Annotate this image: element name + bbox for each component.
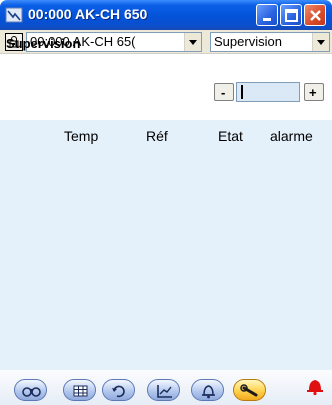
view-select-value: Supervision (214, 34, 282, 49)
close-icon (310, 10, 321, 21)
graph-button[interactable] (147, 379, 180, 401)
refresh-button[interactable] (102, 379, 135, 401)
svg-text:+: + (309, 85, 317, 100)
view-select[interactable]: Supervision (210, 32, 330, 52)
binoculars-icon (22, 387, 41, 397)
grid-icon (73, 385, 88, 397)
spinner-field[interactable] (236, 82, 300, 102)
alarm-button[interactable] (191, 379, 224, 401)
chevron-down-icon[interactable] (184, 33, 201, 51)
column-header-etat[interactable]: Etat (218, 128, 243, 144)
column-header-temp[interactable]: Temp (64, 128, 98, 144)
minus-icon: - (221, 85, 225, 100)
settings-button[interactable] (233, 379, 266, 401)
minimize-button[interactable] (256, 4, 278, 26)
maximize-button[interactable] (280, 4, 302, 26)
plus-icon: + (309, 85, 317, 100)
chevron-down-icon[interactable] (312, 33, 329, 51)
red-bell-icon[interactable] (305, 376, 325, 396)
maximize-icon (285, 9, 298, 22)
close-button[interactable] (304, 4, 326, 26)
refresh-icon (112, 385, 125, 398)
svg-text:-: - (221, 85, 225, 100)
spinner-next-button[interactable]: + (304, 83, 324, 101)
column-header-ref[interactable]: Réf (146, 128, 168, 144)
minimize-icon (263, 18, 271, 21)
grid-button[interactable] (63, 379, 96, 401)
wrench-icon (240, 384, 258, 397)
graph-icon (157, 385, 172, 398)
text-caret (241, 85, 243, 99)
window-title-bar[interactable]: 00:000 AK-CH 650 (0, 0, 332, 30)
supervision-table (0, 120, 332, 370)
app-icon (5, 7, 23, 23)
spinner-prev-button[interactable]: - (214, 83, 234, 101)
section-header (0, 55, 332, 85)
bell-outline-icon (202, 385, 215, 399)
window-title: 00:000 AK-CH 650 (28, 6, 148, 22)
section-title: Supervision (6, 36, 81, 51)
column-header-alarme[interactable]: alarme (270, 128, 313, 144)
search-button[interactable] (14, 379, 47, 401)
